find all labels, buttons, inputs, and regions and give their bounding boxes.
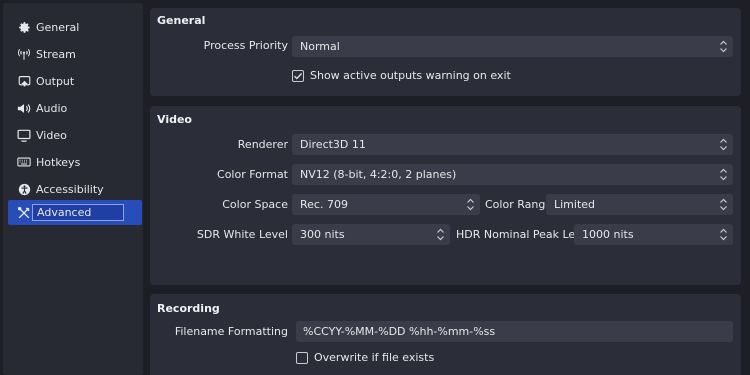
color-range-select[interactable]: Limited	[546, 194, 733, 215]
sidebar-item-label: Audio	[36, 101, 68, 115]
up-down-arrows-icon	[720, 40, 727, 53]
antenna-icon	[17, 47, 31, 61]
filename-formatting-input[interactable]: %CCYY-%MM-%DD %hh-%mm-%ss	[296, 321, 733, 342]
sidebar-item-accessibility[interactable]: Accessibility	[8, 177, 142, 201]
up-down-arrows-icon	[467, 198, 474, 211]
monitor-icon	[17, 128, 31, 142]
general-section: General Process Priority Normal Show act…	[150, 8, 741, 96]
sdr-white-level-label: SDR White Level	[196, 228, 288, 241]
hdr-peak-level-label: HDR Nominal Peak Level	[456, 228, 592, 241]
stepper-arrows-icon	[437, 228, 444, 241]
color-range-value: Limited	[554, 198, 596, 211]
color-space-select[interactable]: Rec. 709	[292, 194, 480, 215]
speaker-icon	[17, 101, 31, 115]
process-priority-value: Normal	[300, 40, 340, 53]
sidebar-item-label: Video	[36, 128, 67, 142]
overwrite-label: Overwrite if file exists	[314, 351, 435, 364]
color-space-label: Color Space	[222, 198, 288, 211]
color-format-label: Color Format	[217, 168, 288, 181]
settings-sidebar: General Stream Output Audio Video Hotkey…	[3, 3, 143, 375]
gear-icon	[17, 20, 31, 34]
sdr-white-level-value: 300 nits	[300, 228, 345, 241]
sidebar-item-hotkeys[interactable]: Hotkeys	[8, 150, 142, 174]
keyboard-icon	[17, 155, 31, 169]
color-format-select[interactable]: NV12 (8-bit, 4:2:0, 2 planes)	[292, 164, 733, 185]
overwrite-checkbox[interactable]	[296, 352, 308, 364]
renderer-select[interactable]: Direct3D 11	[292, 134, 733, 155]
recording-section: Recording Filename Formatting %CCYY-%MM-…	[150, 294, 741, 375]
up-down-arrows-icon	[720, 138, 727, 151]
section-title: Video	[157, 113, 192, 126]
renderer-value: Direct3D 11	[300, 138, 366, 151]
sidebar-item-advanced[interactable]: Advanced	[8, 200, 142, 225]
filename-formatting-value: %CCYY-%MM-%DD %hh-%mm-%ss	[303, 325, 496, 338]
sdr-white-level-spinbox[interactable]: 300 nits	[292, 224, 450, 245]
sidebar-item-label: Stream	[36, 47, 76, 61]
process-priority-label: Process Priority	[203, 39, 288, 52]
hdr-peak-level-spinbox[interactable]: 1000 nits	[574, 224, 733, 245]
sidebar-item-label: Hotkeys	[36, 155, 81, 169]
stepper-arrows-icon	[720, 228, 727, 241]
show-warning-checkbox[interactable]	[292, 70, 304, 82]
show-warning-label: Show active outputs warning on exit	[310, 69, 511, 82]
up-down-arrows-icon	[720, 168, 727, 181]
sidebar-item-output[interactable]: Output	[8, 69, 142, 93]
sidebar-item-stream[interactable]: Stream	[8, 42, 142, 66]
output-icon	[17, 74, 31, 88]
color-format-value: NV12 (8-bit, 4:2:0, 2 planes)	[300, 168, 457, 181]
accessibility-icon	[17, 182, 31, 196]
up-down-arrows-icon	[720, 198, 727, 211]
sidebar-item-audio[interactable]: Audio	[8, 96, 142, 120]
checkmark-icon	[294, 73, 303, 80]
section-title: Recording	[157, 302, 220, 315]
filename-formatting-label: Filename Formatting	[174, 325, 288, 338]
renderer-label: Renderer	[237, 138, 288, 151]
color-space-value: Rec. 709	[300, 198, 348, 211]
sidebar-item-label: General	[36, 20, 80, 34]
tools-icon	[17, 206, 31, 220]
process-priority-select[interactable]: Normal	[292, 36, 733, 57]
sidebar-item-label: Advanced	[32, 204, 124, 221]
sidebar-item-video[interactable]: Video	[8, 123, 142, 147]
hdr-peak-level-value: 1000 nits	[582, 228, 634, 241]
sidebar-item-label: Output	[36, 74, 75, 88]
section-title: General	[157, 14, 206, 27]
color-range-label: Color Range	[485, 198, 553, 211]
sidebar-item-general[interactable]: General	[8, 15, 142, 39]
video-section: Video Renderer Direct3D 11 Color Format …	[150, 106, 741, 285]
sidebar-item-label: Accessibility	[36, 182, 104, 196]
